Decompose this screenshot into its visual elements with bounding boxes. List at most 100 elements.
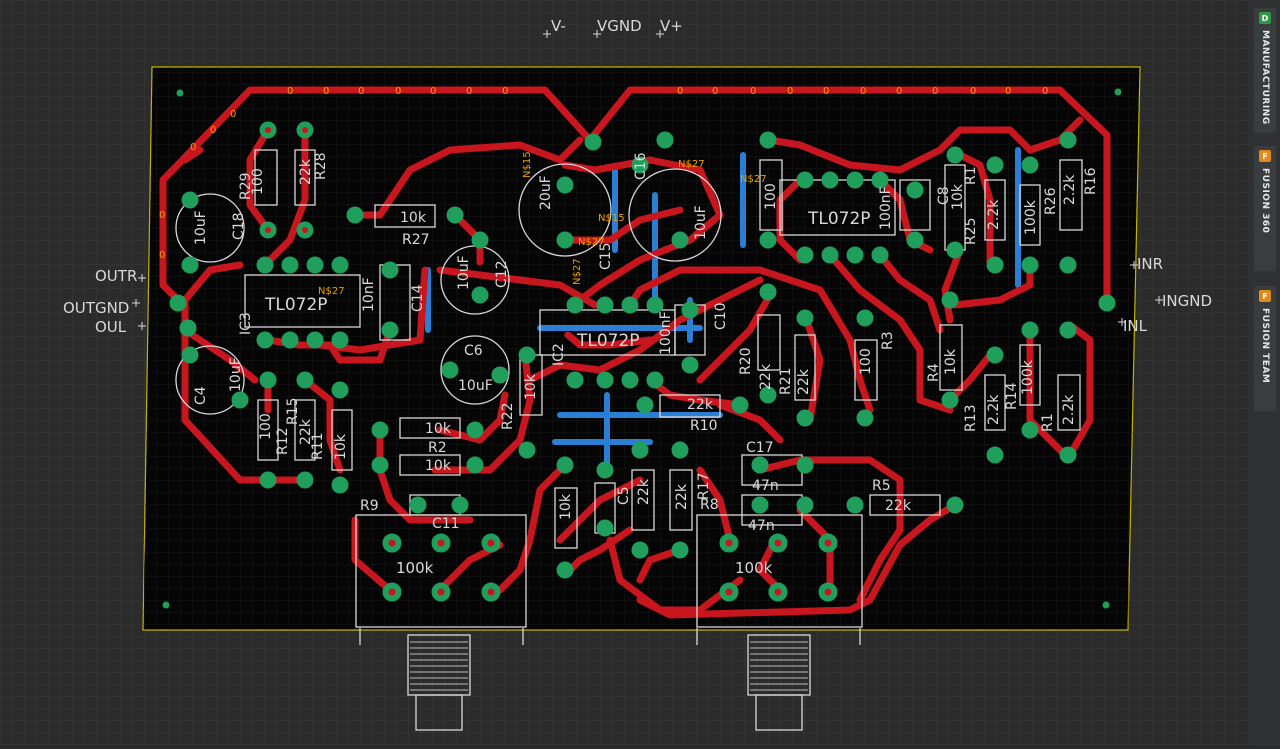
c15-value: 20uF: [538, 175, 554, 210]
svg-text:0: 0: [358, 86, 364, 97]
pot-right-label: 100k: [735, 559, 773, 577]
svg-text:0: 0: [323, 86, 329, 97]
c14-ref: C14: [410, 284, 426, 312]
r10-ref: R10: [690, 418, 718, 434]
pcb-view[interactable]: V- VGND V+ 0 0 0 0 0 0 0 0 0 0 0 0 0 0 0…: [0, 0, 1250, 745]
svg-text:0: 0: [190, 142, 196, 153]
c18-value: 10uF: [193, 210, 209, 245]
ic2-ref-label: IC2: [551, 343, 567, 366]
r16-value: 2.2k: [1062, 174, 1078, 205]
fusion-360-tab[interactable]: F FUSION 360: [1254, 146, 1276, 271]
r14-value: 100k: [1020, 359, 1036, 395]
fusion-360-icon: F: [1259, 150, 1271, 162]
svg-text:0: 0: [159, 210, 165, 221]
fusion-team-tab[interactable]: F FUSION TEAM: [1254, 286, 1276, 411]
manufacturing-icon: D: [1259, 12, 1271, 24]
r5-ref: R5: [872, 478, 891, 494]
ic1-r-value: 100: [763, 183, 779, 210]
r2-ref: R2: [428, 440, 447, 456]
svg-text:0: 0: [896, 86, 902, 97]
ic3-type-label: TL072P: [264, 295, 328, 315]
net-label-n27-d: N$27: [678, 159, 705, 170]
r22-value: 10k: [523, 373, 539, 400]
r1-ref: R1: [963, 166, 979, 185]
r28-value: 22k: [298, 158, 314, 185]
svg-text:0: 0: [750, 86, 756, 97]
c10-value: 100nF: [658, 311, 674, 355]
r21-value: 22k: [796, 368, 812, 395]
c16-ref: C16: [633, 152, 649, 180]
inr-label: INR: [1137, 255, 1163, 273]
svg-text:0: 0: [677, 86, 683, 97]
manufacturing-tab[interactable]: D MANUFACTURING: [1254, 8, 1276, 133]
manufacturing-tab-label: MANUFACTURING: [1260, 30, 1270, 125]
svg-text:0: 0: [860, 86, 866, 97]
r5-value: 22k: [885, 498, 912, 514]
r3-ref: R3: [880, 331, 896, 350]
svg-text:0: 0: [466, 86, 472, 97]
r2-value: 10k: [425, 421, 452, 437]
ic3-ref-label: IC3: [238, 312, 254, 335]
fusion-team-icon: F: [1259, 290, 1271, 302]
ic1-type-label: TL072P: [807, 209, 871, 229]
fusion-team-tab-label: FUSION TEAM: [1260, 308, 1270, 384]
c14-value: 10nF: [361, 277, 377, 312]
r17-ref: R17: [696, 472, 712, 500]
oul-label: OUL: [95, 318, 127, 336]
c15-ref: C15: [598, 242, 614, 270]
svg-text:0: 0: [1042, 86, 1048, 97]
c6-ref: C6: [464, 343, 483, 359]
inl-label: INL: [1123, 317, 1148, 335]
ingnd-label: INGND: [1162, 292, 1212, 310]
svg-text:0: 0: [395, 86, 401, 97]
r27-ref: R27: [402, 232, 430, 248]
r22-ref: R22: [500, 402, 516, 430]
svg-text:0: 0: [210, 125, 216, 136]
side-panel: D MANUFACTURING F FUSION 360 F FUSION TE…: [1250, 0, 1280, 745]
r1b-ref: R1: [1040, 413, 1056, 432]
vgnd-label: VGND: [597, 17, 642, 35]
r9-ref: R9: [360, 498, 379, 514]
net-label-n27-a: N$27: [318, 286, 345, 297]
r26-value: 100k: [1023, 199, 1039, 235]
c17-ref: C17: [746, 440, 774, 456]
outr-label: OUTR: [95, 267, 137, 285]
r29-value: 100: [250, 168, 266, 195]
r21-ref: R21: [778, 367, 794, 395]
svg-text:0: 0: [430, 86, 436, 97]
board-canvas[interactable]: V- VGND V+ 0 0 0 0 0 0 0 0 0 0 0 0 0 0 0…: [0, 0, 1250, 745]
r26-ref: R26: [1043, 187, 1059, 215]
r17c-value: 22k: [674, 483, 690, 510]
c6-value: 10uF: [458, 378, 493, 394]
c17b-value: 47n: [748, 518, 775, 534]
net-label-n27-e: N$27: [572, 258, 583, 285]
r16-ref: R16: [1083, 167, 1099, 195]
r4-value: 10k: [943, 348, 959, 375]
c5-ref: C5: [616, 486, 632, 505]
svg-text:0: 0: [932, 86, 938, 97]
svg-text:0: 0: [712, 86, 718, 97]
r13-value: 2.2k: [986, 394, 1002, 425]
r20-value: 22k: [758, 363, 774, 390]
svg-text:0: 0: [787, 86, 793, 97]
net-label-n15-a: N$15: [598, 213, 625, 224]
r13-ref: R13: [963, 404, 979, 432]
c8-value: 100nF: [878, 186, 894, 230]
svg-text:0: 0: [159, 250, 165, 261]
r1-value: 10k: [950, 183, 966, 210]
svg-text:0: 0: [823, 86, 829, 97]
r25-value: 2.2k: [986, 199, 1002, 230]
r3-value: 100: [858, 348, 874, 375]
svg-text:0: 0: [230, 109, 236, 120]
c4-value: 10uF: [228, 357, 244, 392]
r11-ref: R11: [310, 432, 326, 460]
r28-ref: R28: [313, 152, 329, 180]
r4-ref: R4: [926, 363, 942, 382]
pot-left-label: 100k: [396, 559, 434, 577]
c12-value: 10uF: [456, 255, 472, 290]
c17-value: 47n: [752, 478, 779, 494]
r17a-value: 10k: [558, 493, 574, 520]
c12-ref: C12: [494, 260, 510, 288]
c4-ref: C4: [193, 386, 209, 405]
r12-value: 100: [258, 413, 274, 440]
